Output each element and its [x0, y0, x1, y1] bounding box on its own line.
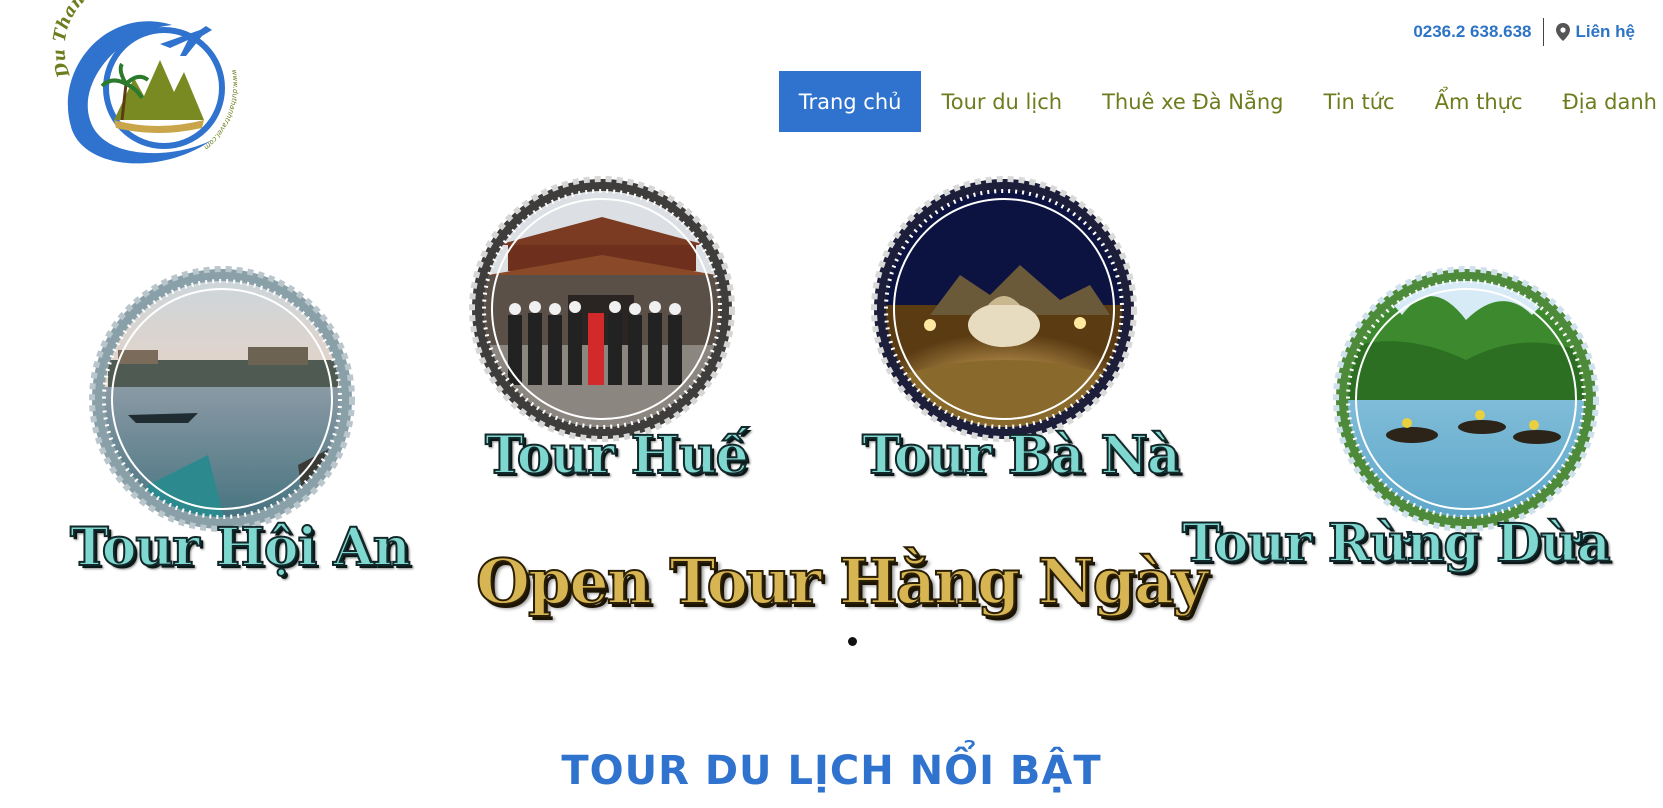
ba-na-photo	[871, 176, 1137, 442]
logo-emblem: Du Thanh Travel www.duthanhtravel.com	[52, 0, 239, 164]
nav-item-destinations[interactable]: Địa danh	[1543, 71, 1663, 132]
featured-tours-heading: TOUR DU LỊCH NỔI BẬT	[561, 748, 1102, 794]
nav-item-tours[interactable]: Tour du lịch	[921, 71, 1082, 132]
tour-rung-dua-badge[interactable]	[1332, 265, 1600, 533]
tour-hoi-an-label[interactable]: Tour Hội An	[69, 521, 412, 575]
nav-item-home[interactable]: Trang chủ	[778, 71, 922, 132]
contact-label: Liên hệ	[1575, 22, 1635, 41]
slider-dot-1[interactable]	[848, 637, 857, 646]
tour-hue-label[interactable]: Tour Huế	[484, 429, 750, 483]
phone-number-link[interactable]: 0236.2 638.638	[1413, 18, 1545, 46]
contact-link[interactable]: Liên hệ	[1544, 22, 1635, 42]
coconut-forest-photo	[1333, 266, 1599, 532]
nav-item-car-rental[interactable]: Thuê xe Đà Nẵng	[1082, 71, 1303, 132]
open-tour-headline: Open Tour Hằng Ngày	[475, 545, 1209, 618]
tour-ba-na-badge[interactable]	[870, 175, 1138, 443]
tour-hue-badge[interactable]	[468, 175, 736, 443]
nav-item-news[interactable]: Tin tức	[1304, 71, 1415, 132]
hue-photo	[469, 176, 735, 442]
top-contact-bar: 0236.2 638.638 Liên hệ	[1413, 18, 1635, 46]
main-navigation: Trang chủ Tour du lịch Thuê xe Đà Nẵng T…	[778, 71, 1663, 132]
hero-slider: Tour Hội An Tour Huế Tour Bà Nà Tour Rừn…	[0, 175, 1663, 650]
site-logo[interactable]: Du Thanh Travel www.duthanhtravel.com	[52, 0, 242, 175]
tour-ba-na-label[interactable]: Tour Bà Nà	[861, 429, 1182, 483]
hoi-an-photo	[89, 266, 355, 532]
map-pin-icon	[1556, 23, 1571, 41]
tour-rung-dua-label[interactable]: Tour Rừng Dừa	[1181, 517, 1612, 571]
nav-item-cuisine[interactable]: Ẩm thực	[1415, 71, 1543, 132]
tour-hoi-an-badge[interactable]	[88, 265, 356, 533]
